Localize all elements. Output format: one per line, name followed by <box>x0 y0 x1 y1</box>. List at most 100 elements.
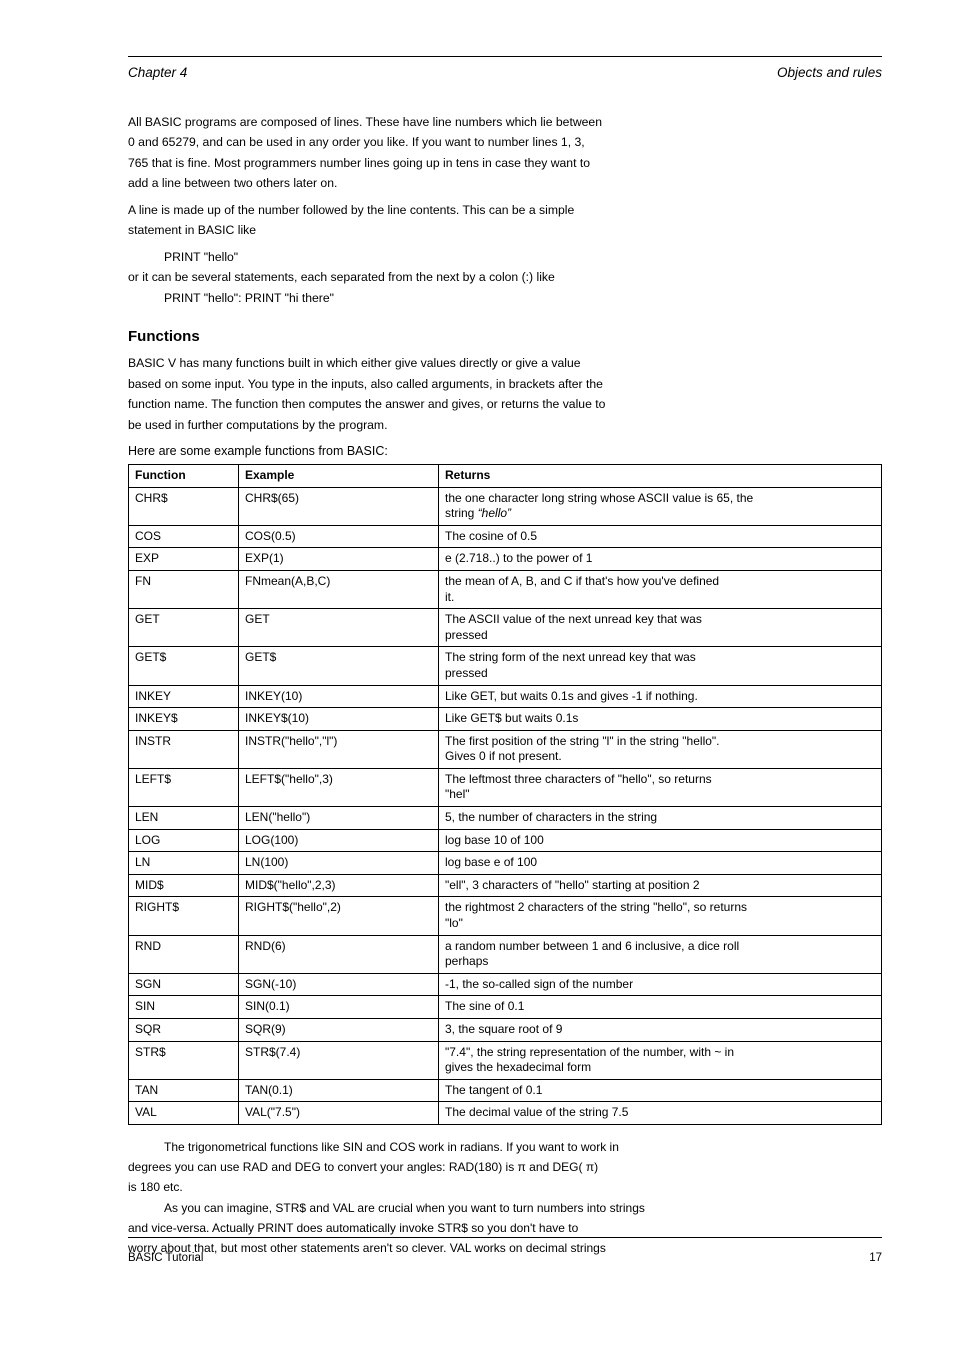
cell-function: COS <box>129 525 239 548</box>
cell-example: CHR$(65) <box>239 487 439 525</box>
cell-example: EXP(1) <box>239 548 439 571</box>
cell-function: SQR <box>129 1019 239 1042</box>
chapter-title: Objects and rules <box>777 65 882 80</box>
cell-returns: Like GET$ but waits 0.1s <box>439 708 882 731</box>
text: PRINT "hello" <box>164 291 238 305</box>
table-row: LOGLOG(100)log base 10 of 100 <box>129 829 882 852</box>
text: The trigonometrical functions like SIN a… <box>128 1139 882 1155</box>
cell-returns: The cosine of 0.5 <box>439 525 882 548</box>
cell-example: LEN("hello") <box>239 807 439 830</box>
cell-example: FNmean(A,B,C) <box>239 570 439 608</box>
cell-function: TAN <box>129 1079 239 1102</box>
table-row: GETGETThe ASCII value of the next unread… <box>129 609 882 647</box>
chapter-label: Chapter 4 <box>128 65 187 80</box>
cell-function: VAL <box>129 1102 239 1125</box>
table-row: MID$MID$("hello",2,3)"ell", 3 characters… <box>129 874 882 897</box>
cell-function: RND <box>129 935 239 973</box>
cell-example: LN(100) <box>239 852 439 875</box>
cell-example: LOG(100) <box>239 829 439 852</box>
text: BASIC V has many functions built in whic… <box>128 355 882 371</box>
text: 765 that is fine. Most programmers numbe… <box>128 155 882 171</box>
cell-function: INKEY <box>129 685 239 708</box>
cell-example: LEFT$("hello",3) <box>239 768 439 806</box>
cell-returns: The tangent of 0.1 <box>439 1079 882 1102</box>
text: degrees you can use RAD and DEG to conve… <box>128 1159 882 1175</box>
cell-returns: the rightmost 2 characters of the string… <box>439 897 882 935</box>
code-sample: PRINT "hello": PRINT "hi there" <box>128 290 882 306</box>
cell-example: INKEY$(10) <box>239 708 439 731</box>
cell-function: RIGHT$ <box>129 897 239 935</box>
cell-function: FN <box>129 570 239 608</box>
text: A line is made up of the number followed… <box>128 202 882 218</box>
cell-returns: The decimal value of the string 7.5 <box>439 1102 882 1125</box>
text: or it can be several statements, each se… <box>128 269 882 285</box>
table-row: GET$GET$The string form of the next unre… <box>129 647 882 685</box>
col-example: Example <box>239 464 439 487</box>
cell-returns: Like GET, but waits 0.1s and gives -1 if… <box>439 685 882 708</box>
cell-returns: 5, the number of characters in the strin… <box>439 807 882 830</box>
cell-function: LEFT$ <box>129 768 239 806</box>
table-caption: Here are some example functions from BAS… <box>128 443 882 460</box>
footer-left: BASIC Tutorial <box>128 1252 203 1264</box>
cell-example: GET <box>239 609 439 647</box>
cell-returns: The sine of 0.1 <box>439 996 882 1019</box>
table-row: RNDRND(6)a random number between 1 and 6… <box>129 935 882 973</box>
text: function name. The function then compute… <box>128 396 882 412</box>
table-row: EXPEXP(1)e (2.718..) to the power of 1 <box>129 548 882 571</box>
cell-example: COS(0.5) <box>239 525 439 548</box>
paragraph-line-numbers: All BASIC programs are composed of lines… <box>128 114 882 192</box>
text: As you can imagine, STR$ and VAL are cru… <box>128 1200 882 1216</box>
cell-returns: "ell", 3 characters of "hello" starting … <box>439 874 882 897</box>
cell-example: SQR(9) <box>239 1019 439 1042</box>
cell-function: SGN <box>129 973 239 996</box>
col-returns: Returns <box>439 464 882 487</box>
cell-example: RND(6) <box>239 935 439 973</box>
text: is 180 etc. <box>128 1179 882 1195</box>
cell-returns: log base 10 of 100 <box>439 829 882 852</box>
functions-table: Function Example Returns CHR$CHR$(65)the… <box>128 464 882 1125</box>
cell-function: MID$ <box>129 874 239 897</box>
cell-returns: a random number between 1 and 6 inclusiv… <box>439 935 882 973</box>
table-row: LENLEN("hello")5, the number of characte… <box>129 807 882 830</box>
table-row: LNLN(100)log base e of 100 <box>129 852 882 875</box>
cell-example: VAL("7.5") <box>239 1102 439 1125</box>
cell-function: LEN <box>129 807 239 830</box>
cell-example: INKEY(10) <box>239 685 439 708</box>
cell-function: STR$ <box>129 1041 239 1079</box>
table-row: VALVAL("7.5")The decimal value of the st… <box>129 1102 882 1125</box>
paragraph-functions-intro: BASIC V has many functions built in whic… <box>128 355 882 433</box>
cell-example: GET$ <box>239 647 439 685</box>
section-heading-functions: Functions <box>128 328 882 345</box>
table-row: TANTAN(0.1)The tangent of 0.1 <box>129 1079 882 1102</box>
cell-function: GET <box>129 609 239 647</box>
paragraph-line-contents: A line is made up of the number followed… <box>128 202 882 239</box>
table-row: INKEYINKEY(10)Like GET, but waits 0.1s a… <box>129 685 882 708</box>
cell-function: INKEY$ <box>129 708 239 731</box>
table-row: INSTRINSTR("hello","l")The first positio… <box>129 730 882 768</box>
table-row: CHR$CHR$(65)the one character long strin… <box>129 487 882 525</box>
cell-function: SIN <box>129 996 239 1019</box>
cell-function: LN <box>129 852 239 875</box>
cell-example: TAN(0.1) <box>239 1079 439 1102</box>
table-row: FNFNmean(A,B,C)the mean of A, B, and C i… <box>129 570 882 608</box>
table-row: RIGHT$RIGHT$("hello",2)the rightmost 2 c… <box>129 897 882 935</box>
cell-returns: e (2.718..) to the power of 1 <box>439 548 882 571</box>
text: based on some input. You type in the inp… <box>128 376 882 392</box>
cell-example: SGN(-10) <box>239 973 439 996</box>
table-row: SQRSQR(9)3, the square root of 9 <box>129 1019 882 1042</box>
col-function: Function <box>129 464 239 487</box>
text: be used in further computations by the p… <box>128 417 882 433</box>
cell-returns: "7.4", the string representation of the … <box>439 1041 882 1079</box>
table-row: SINSIN(0.1)The sine of 0.1 <box>129 996 882 1019</box>
code-sample: PRINT "hello" <box>128 249 882 265</box>
table-row: LEFT$LEFT$("hello",3)The leftmost three … <box>129 768 882 806</box>
page-number: 17 <box>869 1252 882 1264</box>
cell-function: CHR$ <box>129 487 239 525</box>
cell-returns: The ASCII value of the next unread key t… <box>439 609 882 647</box>
cell-returns: -1, the so-called sign of the number <box>439 973 882 996</box>
text: All BASIC programs are composed of lines… <box>128 114 882 130</box>
italic-text: “hello” <box>478 506 511 520</box>
text: : PRINT "hi there" <box>238 291 334 305</box>
cell-returns: the mean of A, B, and C if that's how yo… <box>439 570 882 608</box>
cell-returns: The leftmost three characters of "hello"… <box>439 768 882 806</box>
